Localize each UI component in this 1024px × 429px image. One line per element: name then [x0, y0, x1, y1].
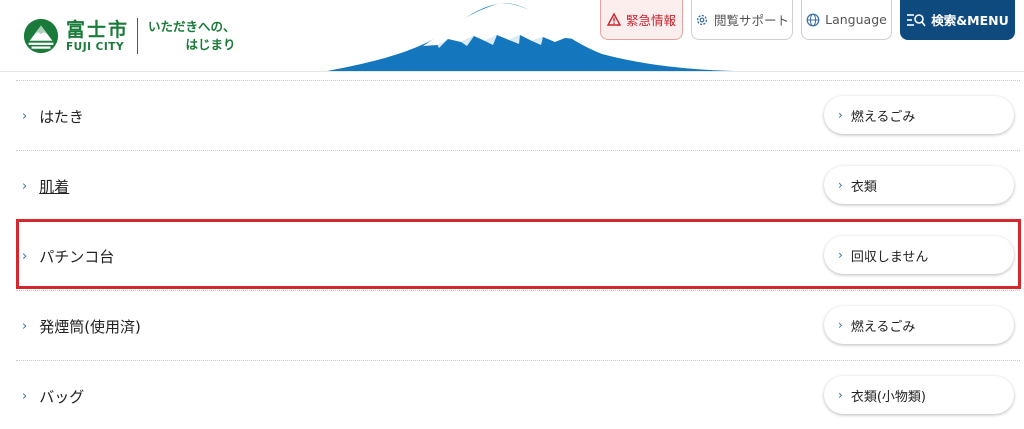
- globe-icon: [806, 13, 820, 26]
- chevron-right-icon: ›: [22, 388, 28, 404]
- list-item: › 発煙筒(使用済) › 燃えるごみ: [16, 291, 1020, 361]
- logo-tagline: いただきへの、 はじまり: [148, 19, 236, 52]
- gear-icon: [696, 14, 708, 25]
- warning-icon: [606, 13, 621, 26]
- item-name: › はたき: [22, 107, 84, 126]
- list-item: › パチンコ台 › 回収しません: [16, 221, 1020, 291]
- chevron-right-icon: ›: [838, 248, 843, 262]
- chevron-right-icon: ›: [22, 178, 28, 194]
- emergency-info-button[interactable]: 緊急情報: [600, 0, 683, 40]
- chevron-right-icon: ›: [838, 108, 843, 122]
- chevron-right-icon: ›: [838, 388, 843, 402]
- category-button[interactable]: › 衣類: [824, 166, 1014, 204]
- chevron-right-icon: ›: [22, 108, 28, 124]
- category-button[interactable]: › 回収しません: [824, 236, 1014, 274]
- category-button[interactable]: › 燃えるごみ: [824, 306, 1014, 344]
- item-name: › バッグ: [22, 387, 85, 406]
- chevron-right-icon: ›: [22, 318, 28, 334]
- category-button[interactable]: › 燃えるごみ: [824, 96, 1014, 134]
- fuji-city-emblem-icon: [23, 18, 59, 54]
- list-item: › はたき › 燃えるごみ: [16, 81, 1020, 151]
- browsing-support-button[interactable]: 閲覧サポート: [691, 0, 793, 40]
- item-name-link[interactable]: › 肌着: [22, 151, 69, 221]
- logo-name: 富士市: [66, 18, 130, 41]
- list-item: › 肌着 › 衣類: [16, 151, 1020, 221]
- item-name: › パチンコ台: [22, 247, 115, 266]
- chevron-right-icon: ›: [22, 248, 28, 264]
- chevron-right-icon: ›: [838, 318, 843, 332]
- list-item: › バッグ › 衣類(小物類): [16, 361, 1020, 429]
- language-button[interactable]: Language: [801, 0, 892, 40]
- category-button[interactable]: › 衣類(小物類): [824, 376, 1014, 414]
- chevron-right-icon: ›: [838, 178, 843, 192]
- site-header: 富士市 FUJI CITY いただきへの、 はじまり 緊急情報 閲覧サポート L…: [0, 0, 1024, 72]
- search-menu-icon: [907, 13, 926, 26]
- site-logo[interactable]: 富士市 FUJI CITY いただきへの、 はじまり: [22, 14, 236, 58]
- search-menu-button[interactable]: 検索&MENU: [900, 0, 1015, 40]
- logo-divider: [137, 18, 139, 54]
- item-name: › 発煙筒(使用済): [22, 317, 141, 336]
- logo-name-en: FUJI CITY: [66, 40, 125, 53]
